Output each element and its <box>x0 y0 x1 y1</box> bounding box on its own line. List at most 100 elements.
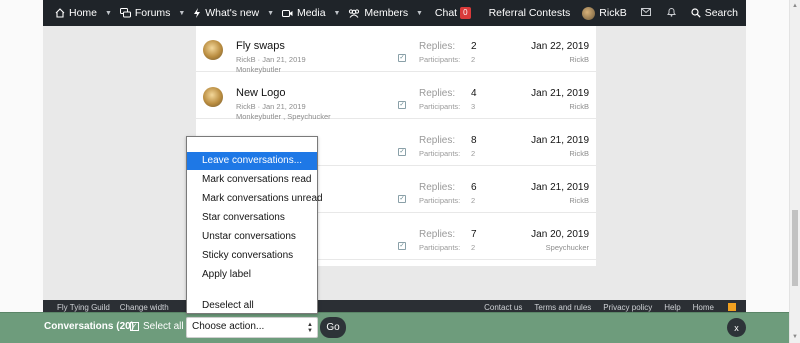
replies-count: 2 <box>471 41 477 52</box>
footer-link-terms[interactable]: Terms and rules <box>534 303 591 312</box>
last-reply-date[interactable]: Jan 22, 2019 <box>531 41 589 52</box>
nav-home[interactable]: Home <box>43 0 103 26</box>
nav-account[interactable]: RickB <box>576 0 632 26</box>
action-select[interactable]: Choose action... ▲ ▼ <box>186 317 318 338</box>
last-reply-user[interactable]: RickB <box>569 55 589 64</box>
conversation-title[interactable]: New Logo <box>236 87 286 99</box>
nav-whats-new[interactable]: What's new <box>187 0 265 26</box>
search-icon <box>691 8 701 18</box>
last-reply-date[interactable]: Jan 20, 2019 <box>531 229 589 240</box>
conversation-title[interactable]: Fly swaps <box>236 40 285 52</box>
go-button[interactable]: Go <box>320 317 346 338</box>
replies-label: Replies: <box>419 88 456 99</box>
chat-bubbles-icon <box>119 8 131 18</box>
select-checkbox[interactable]: ✓ <box>398 195 406 203</box>
replies-count: 7 <box>471 229 477 240</box>
participants-label: Participants: <box>419 102 461 111</box>
last-reply-date[interactable]: Jan 21, 2019 <box>531 88 589 99</box>
nav-media-caret[interactable]: ▼ <box>332 0 343 26</box>
nav-members-caret[interactable]: ▼ <box>414 0 425 26</box>
nav-home-label: Home <box>69 7 98 19</box>
select-checkbox[interactable]: ✓ <box>398 54 406 62</box>
conversation-starter[interactable]: RickB · Jan 21, 2019 <box>236 55 306 64</box>
chat-count-badge: 0 <box>460 7 471 19</box>
page-footer: Fly Tying Guild Change width Contact us … <box>43 300 746 312</box>
nav-alerts[interactable] <box>659 0 685 26</box>
participants-label: Participants: <box>419 55 461 64</box>
menu-item-leave[interactable]: Leave conversations... <box>187 152 317 170</box>
nav-whats-new-label: What's new <box>205 7 260 19</box>
participants-label: Participants: <box>419 149 461 158</box>
last-reply-date[interactable]: Jan 21, 2019 <box>531 135 589 146</box>
last-reply-user[interactable]: RickB <box>569 102 589 111</box>
last-reply-user[interactable]: Speychucker <box>546 243 589 252</box>
participants-count: 2 <box>471 196 476 205</box>
select-checkbox[interactable]: ✓ <box>398 148 406 156</box>
select-checkbox[interactable]: ✓ <box>398 101 406 109</box>
nav-referral-contests[interactable]: Referral Contests <box>477 0 577 26</box>
menu-item-sticky[interactable]: Sticky conversations <box>187 247 317 265</box>
menu-item-deselect-all[interactable]: Deselect all <box>187 297 317 315</box>
participants-label: Participants: <box>419 243 461 252</box>
replies-label: Replies: <box>419 229 456 240</box>
avatar[interactable] <box>203 87 223 107</box>
close-button[interactable]: x <box>727 318 746 337</box>
nav-media[interactable]: Media <box>276 0 332 26</box>
nav-inbox[interactable] <box>633 0 659 26</box>
participants-count: 2 <box>471 149 476 158</box>
nav-forums-label: Forums <box>134 7 171 19</box>
replies-count: 6 <box>471 182 477 193</box>
nav-members[interactable]: Members <box>342 0 414 26</box>
members-icon <box>348 8 360 18</box>
rss-icon[interactable] <box>728 303 736 311</box>
menu-item-apply-label[interactable]: Apply label <box>187 266 317 284</box>
avatar[interactable] <box>203 40 223 60</box>
footer-link-privacy[interactable]: Privacy policy <box>603 303 652 312</box>
right-gutter <box>746 0 789 343</box>
nav-forums[interactable]: Forums <box>114 0 177 26</box>
nav-forums-caret[interactable]: ▼ <box>176 0 187 26</box>
nav-whats-new-caret[interactable]: ▼ <box>265 0 276 26</box>
envelope-icon <box>640 7 651 19</box>
select-checkbox[interactable]: ✓ <box>398 242 406 250</box>
menu-item-unstar[interactable]: Unstar conversations <box>187 228 317 246</box>
last-reply-user[interactable]: RickB <box>569 149 589 158</box>
conversation-starter[interactable]: RickB · Jan 21, 2019 <box>236 102 306 111</box>
participants-count: 2 <box>471 55 476 64</box>
footer-link-contact[interactable]: Contact us <box>484 303 522 312</box>
footer-link-site[interactable]: Fly Tying Guild <box>57 303 110 312</box>
scroll-thumb[interactable] <box>792 210 798 286</box>
replies-label: Replies: <box>419 135 456 146</box>
footer-link-home[interactable]: Home <box>693 303 714 312</box>
table-row[interactable]: Fly swaps RickB · Jan 21, 2019 Monkeybut… <box>196 26 596 74</box>
menu-item-star[interactable]: Star conversations <box>187 209 317 227</box>
replies-label: Replies: <box>419 41 456 52</box>
scroll-up-icon[interactable]: ▲ <box>790 1 800 11</box>
menu-item-mark-unread[interactable]: Mark conversations unread <box>187 190 323 208</box>
scroll-down-icon[interactable]: ▼ <box>790 332 800 342</box>
last-reply-date[interactable]: Jan 21, 2019 <box>531 182 589 193</box>
page-scrollbar[interactable]: ▲ ▼ <box>789 0 800 343</box>
action-select-value: Choose action... <box>192 321 265 332</box>
inline-mod-bar: Conversations (20) ✓ Select all Choose a… <box>0 312 789 343</box>
nav-user-area: RickB Search <box>576 0 746 26</box>
select-all-toggle[interactable]: ✓ Select all <box>130 321 184 332</box>
left-gutter <box>0 0 43 343</box>
footer-link-change-width[interactable]: Change width <box>120 303 169 312</box>
nav-chat[interactable]: Chat 0 <box>425 0 477 26</box>
checkbox-icon[interactable]: ✓ <box>130 322 139 331</box>
selected-count: Conversations (20) <box>44 321 135 332</box>
nav-username: RickB <box>599 7 627 19</box>
last-reply-user[interactable]: RickB <box>569 196 589 205</box>
avatar <box>582 6 596 20</box>
nav-home-caret[interactable]: ▼ <box>103 0 114 26</box>
nav-search[interactable]: Search <box>685 0 746 26</box>
top-navigation: Home ▼ Forums ▼ What's new ▼ Media ▼ Mem… <box>43 0 746 26</box>
bell-icon <box>667 7 677 20</box>
nav-search-label: Search <box>704 7 738 19</box>
menu-item-mark-read[interactable]: Mark conversations read <box>187 171 317 189</box>
action-dropdown-menu: Leave conversations... Mark conversation… <box>186 136 323 315</box>
replies-count: 4 <box>471 88 477 99</box>
table-row[interactable]: New Logo RickB · Jan 21, 2019 Monkeybutl… <box>196 73 596 121</box>
footer-link-help[interactable]: Help <box>664 303 680 312</box>
